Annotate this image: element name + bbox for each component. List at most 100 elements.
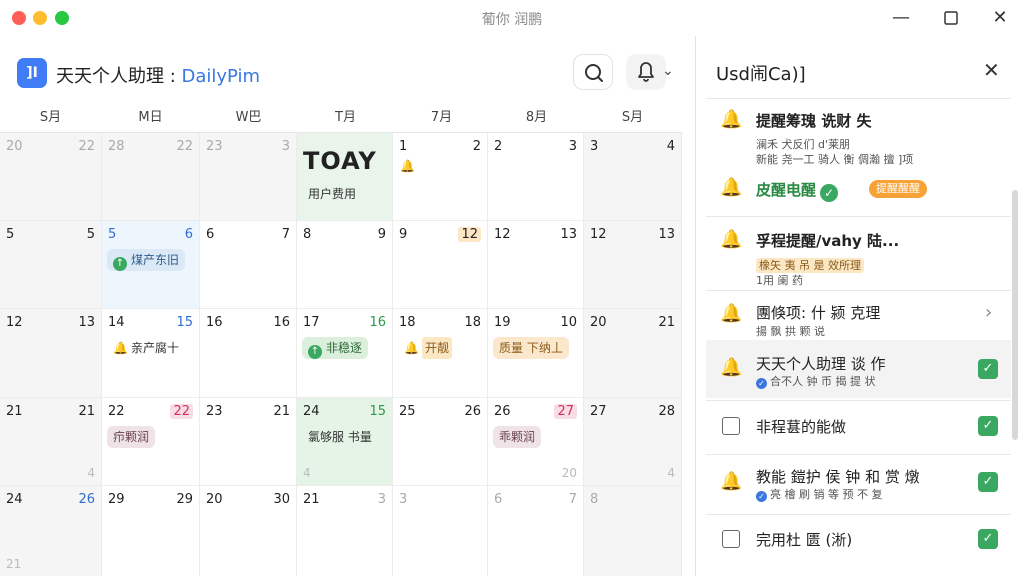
day-cell[interactable]: 14 15 🔔 亲产腐十 [102,309,200,398]
close-icon[interactable]: ✕ [988,6,1012,30]
status-badge: 提醒醒醒 [869,180,927,198]
reminders-panel: Usd闹Ca)] ✕ 🔔 提醒筹瑰 诜财 失 澜禾 犬反们 d'莱朋 新能 尧一… [695,36,1024,576]
app-name: 天天个人助理 : DailyPim [56,66,261,87]
weekday-header: S月 M日 W巴 T月 7月 8月 S月 [0,106,695,132]
brand-name: DailyPim [181,66,261,87]
bell-icon: 🔔 [720,471,743,492]
checkbox[interactable] [722,530,740,548]
search-icon [585,64,603,82]
day-cell[interactable]: 24 26 21 [0,486,102,576]
check-circle-icon: ✓ [820,184,839,202]
bell-icon: 🔔 [400,159,415,173]
day-cell[interactable]: 20 21 [584,309,682,398]
day-cell[interactable]: 8 [584,486,682,576]
bell-icon [638,62,654,82]
reminder-item[interactable]: 🔔 皮醒电醒 ✓ 提醒醒醒 [706,174,1011,214]
day-cell[interactable]: 23 21 [200,398,297,486]
day-cell[interactable]: 17 16 ↑ 非稳逐 [297,309,393,398]
reminder-item[interactable]: 完用杜 匮 (淅) ✓ [706,520,1011,564]
chevron-down-icon[interactable]: ⌄ [662,63,674,79]
close-icon[interactable]: ✕ [983,58,1000,82]
day-cell[interactable]: 26 27 乖颗润 20 [488,398,584,486]
checkbox-checked[interactable]: ✓ [978,416,998,436]
day-cell[interactable]: 18 18 🔔 开靓 [393,309,488,398]
day-cell[interactable]: 56 ↑ 煤产东旧 [102,221,200,309]
day-cell[interactable]: 23 3 [200,133,297,221]
maximize-icon[interactable] [939,6,963,30]
weekday-label: M日 [138,110,163,125]
day-cell[interactable]: 21 21 4 [0,398,102,486]
day-cell[interactable]: 23 [488,133,584,221]
reminder-item[interactable]: 🔔 天天个人助理 谈 作 ✓ 合不人 钟 币 揭 提 状 ✓ [706,340,1011,398]
divider [706,514,1011,515]
bell-icon: 🔔 [720,303,743,324]
weekday-label: S月 [39,110,62,125]
today-label: TOAY [303,147,377,175]
reminder-item[interactable]: 🔔 孚程提醒/vahy 陆... 橡矢 夷 吊 是 效所理 1用 阑 药 [706,224,1011,288]
day-cell[interactable]: 34 [584,133,682,221]
app-header: ]I 天天个人助理 : DailyPim ⌄ [0,36,695,100]
day-cell[interactable]: 16 16 [200,309,297,398]
bell-icon: 🔔 [720,357,743,378]
day-cell[interactable]: 24 15 氯够服 书量 4 [297,398,393,486]
event-chip[interactable]: ↑ 煤产东旧 [107,249,186,271]
app-logo: ]I [17,58,47,88]
day-cell[interactable]: 20 30 [200,486,297,576]
day-cell[interactable]: 21 3 [297,486,393,576]
weekday-label: 7月 [430,110,453,125]
checkbox-checked[interactable]: ✓ [978,529,998,549]
weekday-label: S月 [621,110,644,125]
notifications-button[interactable] [626,54,666,90]
checkbox[interactable] [722,417,740,435]
checkbox-checked[interactable]: ✓ [978,472,998,492]
divider [706,290,1011,291]
divider [706,400,1011,401]
day-cell[interactable]: 89 [297,221,393,309]
day-cell[interactable]: 12 13 [584,221,682,309]
chevron-right-icon[interactable]: › [985,302,992,323]
day-cell[interactable]: 67 [488,486,584,576]
day-cell[interactable]: 67 [200,221,297,309]
day-cell[interactable]: 22 22 疖颗润 [102,398,200,486]
reminder-item[interactable]: 🔔 提醒筹瑰 诜财 失 澜禾 犬反们 d'莱朋 新能 尧一工 骑人 衡 倜瀚 擅… [706,106,1011,170]
today-cell[interactable]: TOAY 用户费用 [297,133,393,221]
event-chip[interactable]: ↑ 非稳逐 [302,337,369,359]
event-chip[interactable]: 🔔 亲产腐十 [107,337,185,359]
day-cell[interactable]: 12 13 [488,221,584,309]
day-cell[interactable]: 19 10 质量 下纳丄 [488,309,584,398]
weekday-label: W巴 [235,110,262,125]
day-cell[interactable]: 55 [0,221,102,309]
event-chip[interactable]: 乖颗润 [493,426,542,448]
divider [706,454,1011,455]
search-button[interactable] [573,54,613,90]
day-cell[interactable]: 20 22 [0,133,102,221]
checkbox-checked[interactable]: ✓ [978,359,998,379]
window-titlebar: 葡你 润鹏 — ✕ [0,0,1024,36]
day-cell[interactable]: 27 28 4 [584,398,682,486]
event-chip[interactable]: 氯够服 书量 [302,426,378,448]
event-chip[interactable]: 🔔 开靓 [398,337,458,359]
panel-title: Usd闹Ca)] [716,64,806,85]
reminder-item[interactable]: 🔔 教能 鎧护 侯 钟 和 赏 燉 ✓ 亮 檜 刷 销 等 预 不 复 ✓ [706,460,1011,510]
event-chip[interactable]: 用户费用 [302,183,362,205]
divider [706,98,1011,99]
reminder-item[interactable]: 🔔 團倏项: 什 颍 克理 揚 飘 拱 颗 说 › [706,294,1011,338]
day-cell[interactable]: 12 🔔 [393,133,488,221]
weekday-label: T月 [335,110,356,125]
bell-icon: 🔔 [720,229,743,250]
day-cell[interactable]: 29 29 [102,486,200,576]
scrollbar[interactable] [1012,190,1018,440]
event-chip[interactable]: 质量 下纳丄 [493,337,569,359]
day-cell[interactable]: 25 26 [393,398,488,486]
day-cell[interactable]: 28 22 [102,133,200,221]
day-cell[interactable]: 9 12 [393,221,488,309]
minimize-icon[interactable]: — [889,6,913,30]
reminder-item[interactable]: 非程葚的能做 ✓ [706,406,1011,450]
window-title: 葡你 润鹏 [481,12,543,28]
event-chip[interactable]: 疖颗润 [107,426,156,448]
calendar-grid: 20 22 28 22 23 3 TOAY 用户费用 12 🔔 23 34 55 56… [0,132,682,576]
weekday-label: 8月 [525,110,548,125]
day-cell[interactable]: 12 13 [0,309,102,398]
day-cell[interactable]: 3 [393,486,488,576]
bell-icon: 🔔 [720,109,743,130]
